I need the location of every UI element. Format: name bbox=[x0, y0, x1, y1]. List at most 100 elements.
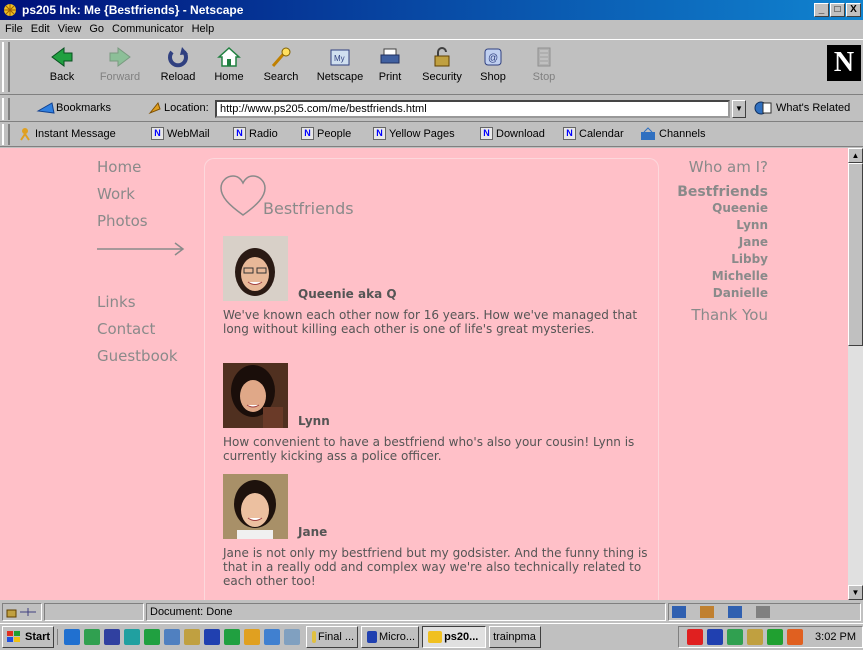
close-button[interactable]: X bbox=[846, 3, 861, 17]
content-panel: Bestfriends Queenie aka Q We've known ea… bbox=[204, 158, 659, 600]
shop-button[interactable]: @ Shop bbox=[465, 44, 521, 92]
tray-icon[interactable] bbox=[687, 629, 704, 645]
nav-work-link[interactable]: Work bbox=[97, 185, 178, 212]
url-dropdown-button[interactable]: ▼ bbox=[732, 100, 746, 118]
print-button[interactable]: Print bbox=[362, 44, 418, 92]
status-bar: Document: Done bbox=[0, 601, 863, 623]
forward-button[interactable]: Forward bbox=[92, 44, 148, 92]
task-word[interactable]: Micro... bbox=[361, 626, 420, 648]
sub-link-queenie[interactable]: Queenie bbox=[622, 200, 768, 217]
location-page-icon[interactable] bbox=[146, 101, 164, 115]
netscape-app-icon[interactable] bbox=[2, 2, 18, 18]
reload-icon bbox=[166, 46, 190, 68]
back-arrow-icon bbox=[50, 46, 74, 68]
channels-link[interactable]: Channels bbox=[640, 127, 705, 141]
ie-icon[interactable] bbox=[64, 629, 81, 645]
netscape-logo[interactable]: N bbox=[827, 45, 861, 81]
quicklaunch-app-icon[interactable] bbox=[124, 629, 141, 645]
mail-component-icon[interactable] bbox=[700, 606, 714, 618]
netscape-button[interactable]: My Netscape bbox=[312, 44, 368, 92]
my-netscape-icon: My bbox=[328, 46, 352, 68]
yellow-pages-link[interactable]: N Yellow Pages bbox=[373, 127, 455, 140]
toolbar-grip[interactable] bbox=[2, 124, 10, 145]
composer-component-icon[interactable] bbox=[756, 606, 770, 618]
search-button[interactable]: Search bbox=[253, 44, 309, 92]
volume-icon[interactable] bbox=[767, 629, 784, 645]
security-button[interactable]: Security bbox=[414, 44, 470, 92]
system-tray: 3:02 PM bbox=[678, 626, 863, 648]
task-final[interactable]: Final ... bbox=[306, 626, 359, 648]
menu-communicator[interactable]: Communicator bbox=[112, 23, 184, 35]
menu-file[interactable]: File bbox=[5, 23, 23, 35]
nav-photos-link[interactable]: Photos bbox=[97, 212, 178, 239]
excel-icon[interactable] bbox=[224, 629, 241, 645]
forward-arrow-icon bbox=[108, 46, 132, 68]
maximize-button[interactable]: □ bbox=[830, 3, 845, 17]
quicklaunch-app-icon[interactable] bbox=[264, 629, 281, 645]
reload-button[interactable]: Reload bbox=[150, 44, 206, 92]
thank-you-link[interactable]: Thank You bbox=[622, 306, 768, 324]
sub-link-libby[interactable]: Libby bbox=[622, 251, 768, 268]
home-icon bbox=[217, 46, 241, 68]
nav-guestbook-link[interactable]: Guestbook bbox=[97, 347, 178, 374]
security-status-icon[interactable] bbox=[2, 603, 42, 621]
clock[interactable]: 3:02 PM bbox=[815, 631, 856, 643]
tray-icon[interactable] bbox=[787, 629, 804, 645]
who-am-i-link[interactable]: Who am I? bbox=[622, 158, 768, 176]
nav-home-link[interactable]: Home bbox=[97, 158, 178, 185]
scroll-down-button[interactable]: ▼ bbox=[848, 585, 863, 600]
radio-link[interactable]: N Radio bbox=[233, 127, 278, 140]
instant-message-link[interactable]: Instant Message bbox=[18, 127, 116, 141]
url-input[interactable]: http://www.ps205.com/me/bestfriends.html bbox=[215, 100, 730, 118]
nav-links-link[interactable]: Links bbox=[97, 293, 178, 320]
download-link[interactable]: N Download bbox=[480, 127, 545, 140]
bookmark-page-icon: N bbox=[151, 127, 164, 140]
scroll-thumb[interactable] bbox=[848, 163, 863, 346]
quicklaunch-app-icon[interactable] bbox=[244, 629, 261, 645]
stop-button[interactable]: Stop bbox=[516, 44, 572, 92]
task-netscape[interactable]: ps20... bbox=[422, 626, 487, 648]
home-button[interactable]: Home bbox=[201, 44, 257, 92]
start-button[interactable]: Start bbox=[2, 626, 55, 648]
sub-link-danielle[interactable]: Danielle bbox=[622, 285, 768, 302]
menu-edit[interactable]: Edit bbox=[31, 23, 50, 35]
people-link[interactable]: N People bbox=[301, 127, 351, 140]
tray-icon[interactable] bbox=[727, 629, 744, 645]
search-icon bbox=[269, 46, 293, 68]
window-title-bar: ps205 Ink: Me {Bestfriends} - Netscape _… bbox=[0, 0, 863, 20]
tray-icon[interactable] bbox=[747, 629, 764, 645]
sub-link-lynn[interactable]: Lynn bbox=[622, 217, 768, 234]
sub-link-jane[interactable]: Jane bbox=[622, 234, 768, 251]
component-bar bbox=[668, 603, 861, 621]
webmail-link[interactable]: N WebMail bbox=[151, 127, 210, 140]
minimize-button[interactable]: _ bbox=[814, 3, 829, 17]
quicklaunch-app-icon[interactable] bbox=[104, 629, 121, 645]
desktop-icon[interactable] bbox=[284, 629, 301, 645]
menu-help[interactable]: Help bbox=[192, 23, 215, 35]
discussions-component-icon[interactable] bbox=[728, 606, 742, 618]
nav-contact-link[interactable]: Contact bbox=[97, 320, 178, 347]
menu-go[interactable]: Go bbox=[89, 23, 104, 35]
toolbar-grip[interactable] bbox=[2, 98, 10, 120]
vertical-scrollbar[interactable]: ▲ ▼ bbox=[848, 148, 863, 600]
quicklaunch-app-icon[interactable] bbox=[144, 629, 161, 645]
toolbar-grip[interactable] bbox=[2, 42, 10, 92]
back-button[interactable]: Back bbox=[34, 44, 90, 92]
task-trainpma[interactable]: trainpma bbox=[489, 626, 542, 648]
word-icon[interactable] bbox=[204, 629, 221, 645]
menu-view[interactable]: View bbox=[58, 23, 82, 35]
quicklaunch-app-icon[interactable] bbox=[164, 629, 181, 645]
calendar-link[interactable]: N Calendar bbox=[563, 127, 624, 140]
bestfriends-current[interactable]: Bestfriends bbox=[622, 184, 768, 200]
menu-bar: File Edit View Go Communicator Help bbox=[0, 20, 863, 38]
sub-link-michelle[interactable]: Michelle bbox=[622, 268, 768, 285]
scroll-up-button[interactable]: ▲ bbox=[848, 148, 863, 163]
personal-toolbar: Instant Message N WebMail N Radio N People … bbox=[0, 122, 863, 147]
quicklaunch-app-icon[interactable] bbox=[184, 629, 201, 645]
bookmarks-button[interactable]: Bookmarks bbox=[36, 101, 111, 115]
whats-related-button[interactable]: What's Related bbox=[752, 100, 850, 116]
language-indicator-icon[interactable] bbox=[707, 629, 724, 645]
outlook-icon[interactable] bbox=[84, 629, 101, 645]
bookmark-page-icon: N bbox=[480, 127, 493, 140]
navigator-component-icon[interactable] bbox=[672, 606, 686, 618]
